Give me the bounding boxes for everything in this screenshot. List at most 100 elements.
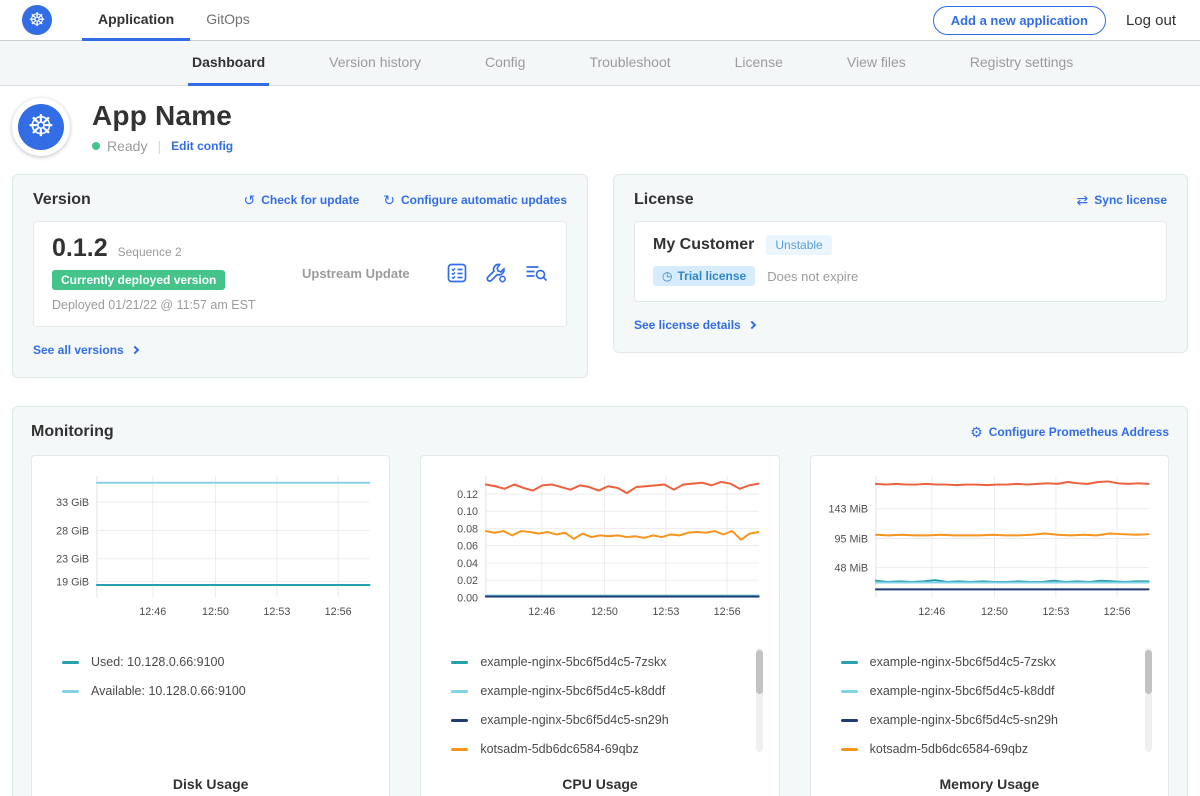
- legend-item: example-nginx-5bc6f5d4c5-sn29h: [451, 706, 752, 735]
- legend-scrollbar[interactable]: [756, 648, 763, 752]
- svg-text:48 MiB: 48 MiB: [834, 563, 868, 575]
- channel-badge: Unstable: [766, 235, 831, 255]
- divider: |: [157, 138, 161, 154]
- svg-text:12:46: 12:46: [918, 606, 945, 618]
- app-logo: ☸: [12, 98, 70, 156]
- svg-text:0.00: 0.00: [457, 592, 478, 604]
- view-files-diff-icon[interactable]: [524, 262, 548, 284]
- tab-troubleshoot[interactable]: Troubleshoot: [585, 41, 674, 86]
- customer-name: My Customer: [653, 236, 754, 254]
- legend-swatch: [62, 661, 79, 664]
- svg-text:0.08: 0.08: [457, 523, 478, 535]
- scrollbar-thumb[interactable]: [1145, 650, 1152, 694]
- configure-automatic-updates-link[interactable]: ↻ Configure automatic updates: [383, 192, 567, 209]
- check-for-update-link[interactable]: ↺ Check for update: [244, 192, 360, 209]
- svg-text:12:50: 12:50: [202, 606, 229, 618]
- page-title: App Name: [92, 100, 233, 132]
- legend-scrollbar[interactable]: [1145, 648, 1152, 752]
- clock-icon: ◷: [662, 269, 672, 283]
- tab-config[interactable]: Config: [481, 41, 529, 86]
- svg-text:143 MiB: 143 MiB: [828, 504, 868, 516]
- legend-label: example-nginx-5bc6f5d4c5-k8ddf: [480, 684, 665, 698]
- legend-swatch: [451, 661, 468, 664]
- app-header: ☸ App Name Ready | Edit config: [0, 86, 1200, 170]
- legend-label: example-nginx-5bc6f5d4c5-sn29h: [480, 713, 668, 727]
- svg-text:33 GiB: 33 GiB: [56, 497, 89, 509]
- svg-text:23 GiB: 23 GiB: [56, 554, 89, 566]
- scrollbar-thumb[interactable]: [756, 650, 763, 694]
- legend-label: example-nginx-5bc6f5d4c5-7zskx: [480, 655, 666, 669]
- legend-swatch: [451, 719, 468, 722]
- tab-version-history[interactable]: Version history: [325, 41, 425, 86]
- svg-text:12:53: 12:53: [653, 606, 680, 618]
- top-nav: ☸ Application GitOps Add a new applicati…: [0, 0, 1200, 41]
- app-sub-nav: Dashboard Version history Config Trouble…: [0, 41, 1200, 86]
- legend-item: example-nginx-5bc6f5d4c5-7zskx: [841, 648, 1142, 677]
- legend-label: Used: 10.128.0.66:9100: [91, 655, 224, 669]
- legend-swatch: [841, 748, 858, 751]
- svg-text:12:46: 12:46: [139, 606, 166, 618]
- svg-text:0.10: 0.10: [457, 506, 478, 518]
- tab-dashboard[interactable]: Dashboard: [188, 41, 269, 86]
- legend-label: example-nginx-5bc6f5d4c5-k8ddf: [870, 684, 1055, 698]
- legend-swatch: [62, 690, 79, 693]
- see-license-details-link[interactable]: See license details: [634, 318, 755, 332]
- legend-item: example-nginx-5bc6f5d4c5-k8ddf: [841, 677, 1142, 706]
- license-expiry: Does not expire: [767, 269, 858, 284]
- svg-text:95 MiB: 95 MiB: [834, 533, 868, 545]
- legend-item: example-nginx-5bc6f5d4c5-k8ddf: [451, 677, 752, 706]
- logout-button[interactable]: Log out: [1126, 12, 1176, 29]
- legend-swatch: [451, 690, 468, 693]
- legend-item: Available: 10.128.0.66:9100: [62, 677, 363, 706]
- legend-label: example-nginx-5bc6f5d4c5-sn29h: [870, 713, 1058, 727]
- preflight-checks-icon[interactable]: [446, 262, 468, 284]
- svg-text:12:46: 12:46: [529, 606, 556, 618]
- edit-config-link[interactable]: Edit config: [171, 139, 233, 153]
- chart-title-cpu: CPU Usage: [429, 764, 770, 792]
- disk-usage-chart: 33 GiB28 GiB23 GiB19 GiB12:4612:5012:531…: [40, 468, 381, 642]
- legend-item: example-nginx-5bc6f5d4c5-sn29h: [841, 706, 1142, 735]
- add-application-button[interactable]: Add a new application: [933, 6, 1106, 35]
- monitoring-title: Monitoring: [31, 423, 114, 441]
- legend-swatch: [841, 661, 858, 664]
- memory-usage-card: 143 MiB95 MiB48 MiB12:4612:5012:5312:56 …: [810, 455, 1169, 796]
- chart-title-disk: Disk Usage: [40, 764, 381, 792]
- legend-swatch: [841, 719, 858, 722]
- kubernetes-app-icon: ☸: [18, 104, 64, 150]
- wrench-gear-icon[interactable]: [484, 262, 508, 284]
- sync-license-link[interactable]: ⇄ Sync license: [1077, 192, 1167, 209]
- svg-text:12:53: 12:53: [263, 606, 290, 618]
- legend-item: Used: 10.128.0.66:9100: [62, 648, 363, 677]
- configure-prometheus-link[interactable]: ⚙ Configure Prometheus Address: [970, 424, 1169, 441]
- see-all-versions-link[interactable]: See all versions: [33, 343, 138, 357]
- chevron-right-icon: [130, 346, 138, 354]
- trial-license-badge: ◷ Trial license: [653, 266, 755, 286]
- tab-view-files[interactable]: View files: [843, 41, 910, 86]
- legend-label: kotsadm-5db6dc6584-69qbz: [870, 742, 1028, 756]
- topnav-tab-application[interactable]: Application: [82, 0, 190, 41]
- legend-swatch: [451, 748, 468, 751]
- cpu-usage-card: 0.120.100.080.060.040.020.0012:4612:5012…: [420, 455, 779, 796]
- version-card: Version ↺ Check for update ↻ Configure a…: [12, 174, 588, 378]
- deployed-timestamp: Deployed 01/21/22 @ 11:57 am EST: [52, 298, 302, 312]
- legend-label: example-nginx-5bc6f5d4c5-7zskx: [870, 655, 1056, 669]
- legend-item: kotsadm-5db6dc6584-69qbz: [841, 735, 1142, 764]
- svg-text:12:56: 12:56: [714, 606, 741, 618]
- svg-text:0.02: 0.02: [457, 575, 478, 587]
- topnav-tab-gitops[interactable]: GitOps: [190, 0, 266, 41]
- tab-registry-settings[interactable]: Registry settings: [966, 41, 1077, 86]
- version-source: Upstream Update: [302, 266, 446, 281]
- kubernetes-logo-icon: ☸: [22, 5, 52, 35]
- brand-logo: ☸: [22, 0, 52, 40]
- memory-usage-legend: example-nginx-5bc6f5d4c5-7zskx example-ng…: [819, 642, 1160, 764]
- version-sequence: Sequence 2: [118, 245, 182, 259]
- cpu-usage-legend: example-nginx-5bc6f5d4c5-7zskx example-ng…: [429, 642, 770, 764]
- version-number: 0.1.2: [52, 234, 108, 263]
- disk-usage-card: 33 GiB28 GiB23 GiB19 GiB12:4612:5012:531…: [31, 455, 390, 796]
- monitoring-section: Monitoring ⚙ Configure Prometheus Addres…: [12, 406, 1188, 796]
- license-card-title: License: [634, 191, 694, 209]
- license-card: License ⇄ Sync license My Customer Unsta…: [613, 174, 1188, 353]
- status-dot: [92, 142, 100, 150]
- legend-item: example-nginx-5bc6f5d4c5-7zskx: [451, 648, 752, 677]
- tab-license[interactable]: License: [731, 41, 787, 86]
